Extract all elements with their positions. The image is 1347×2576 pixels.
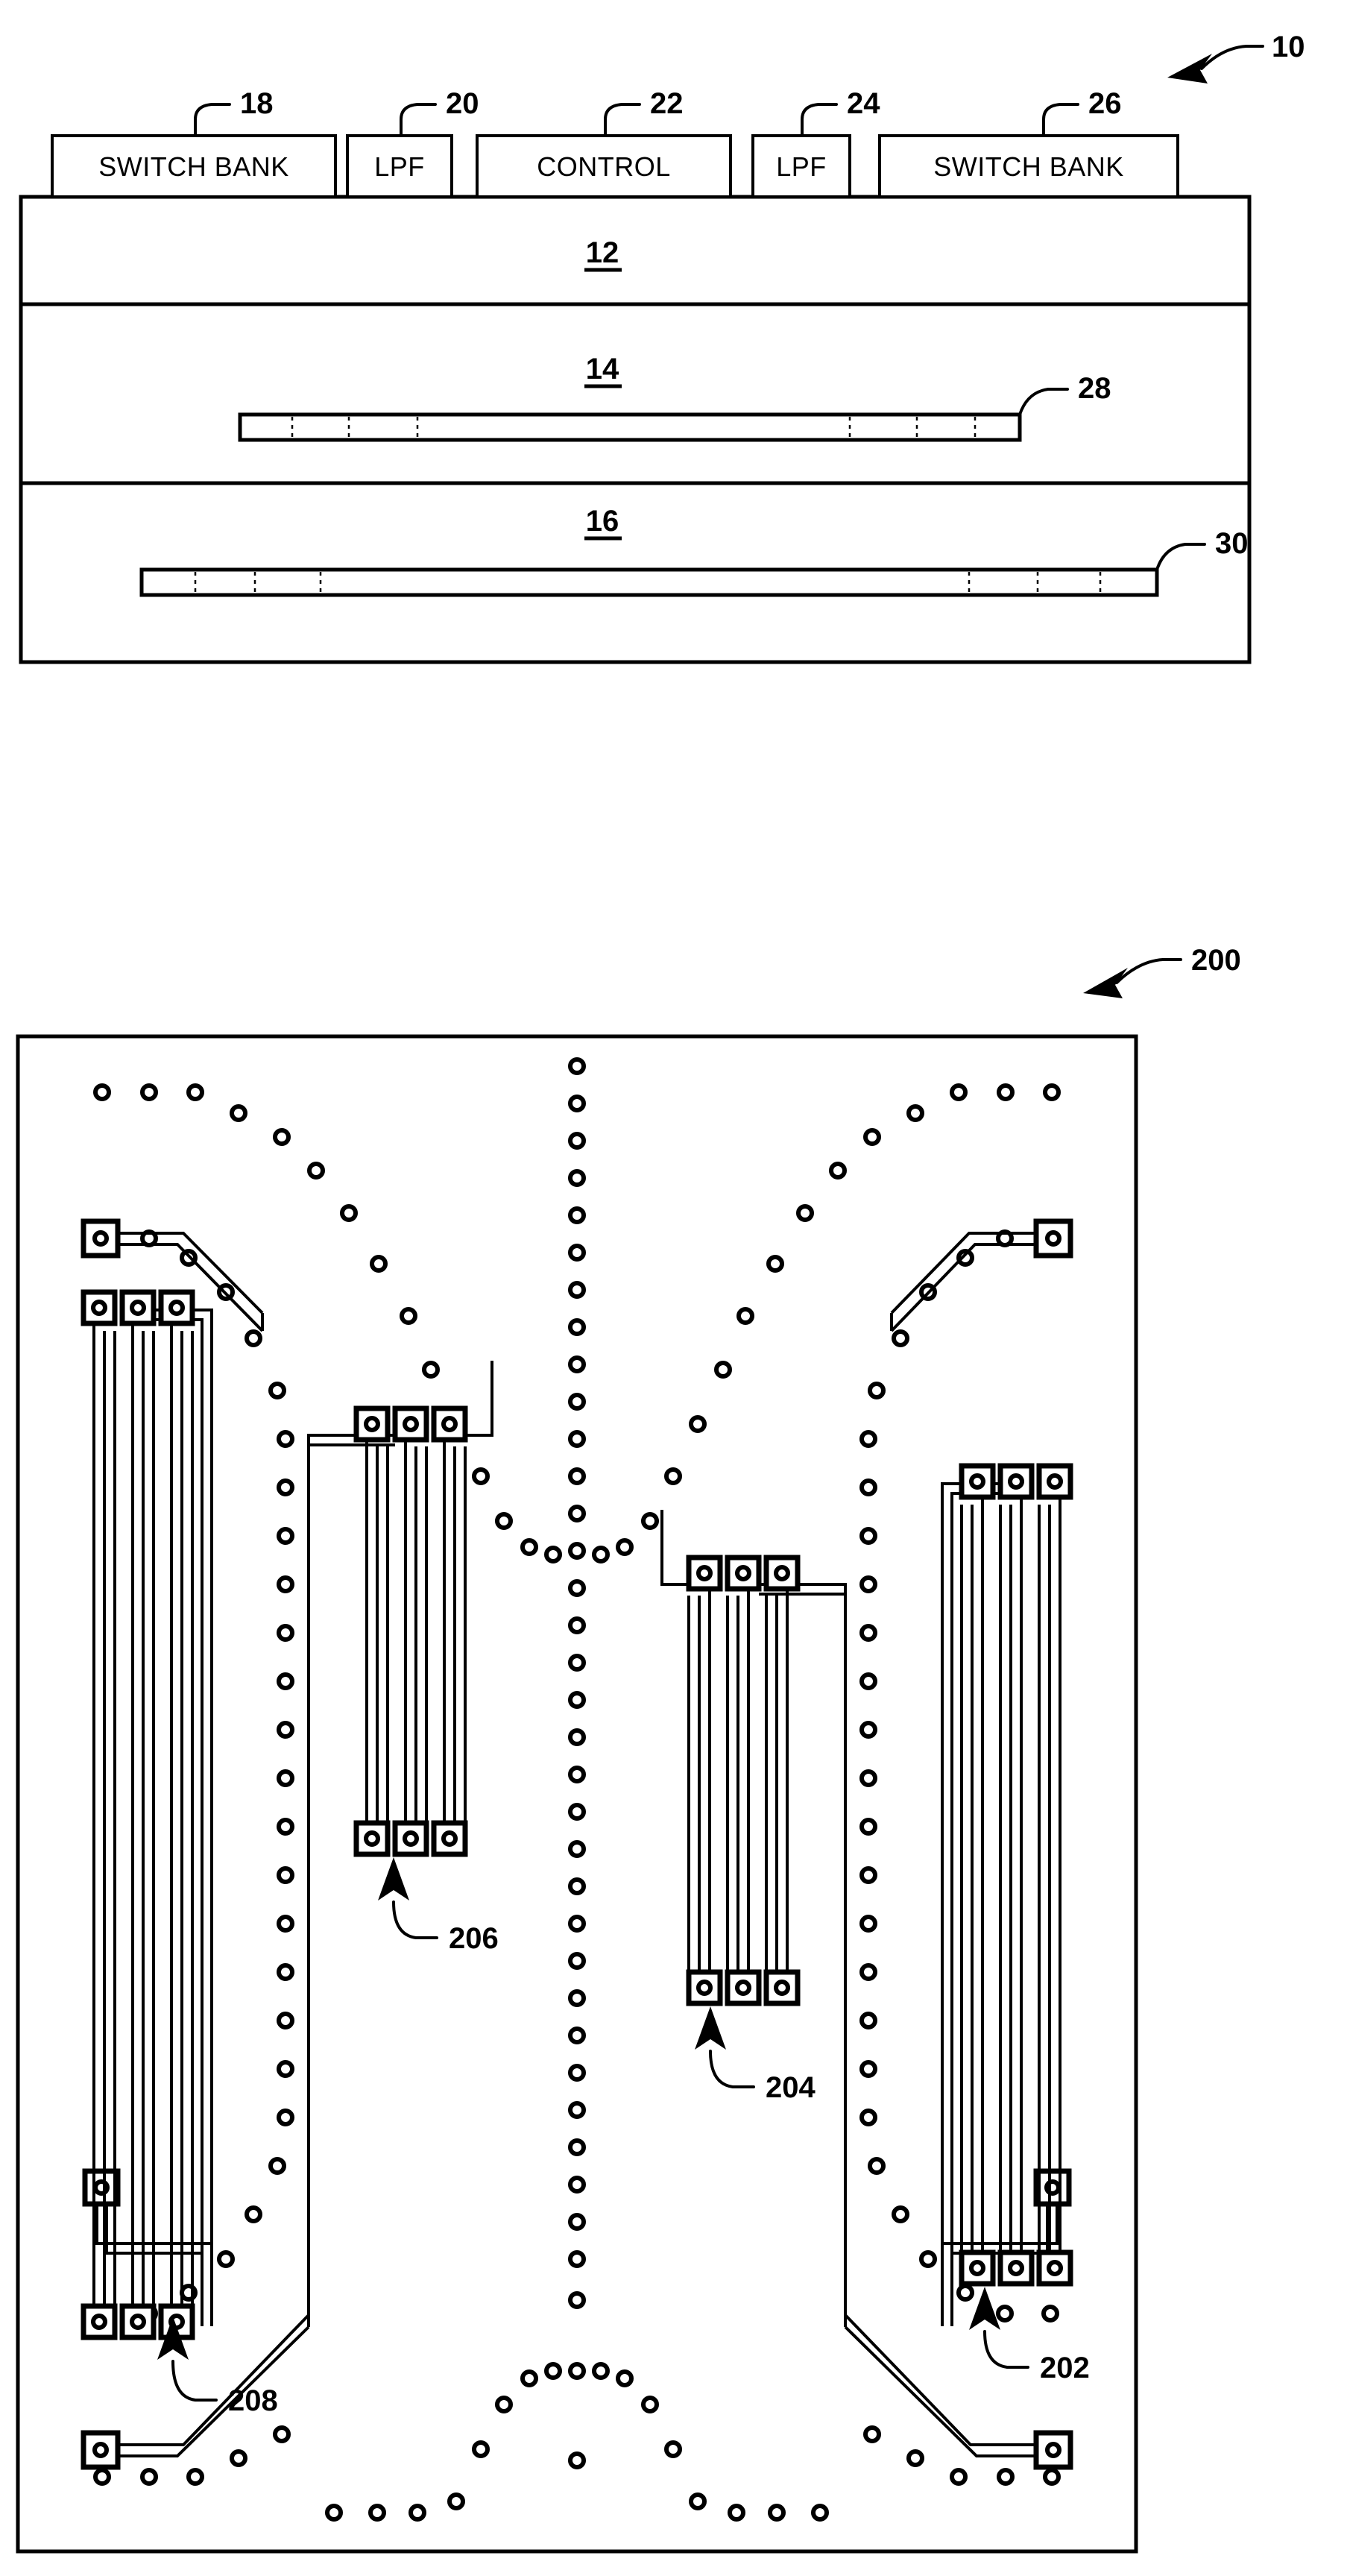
comb-202-top-pad-3[interactable] [959, 1463, 996, 1500]
comb-204-bottom-pad-1[interactable] [763, 1969, 801, 2006]
comb-204-bottom-pad-3[interactable] [686, 1969, 723, 2006]
ref-numeral-24: 24 [847, 87, 880, 120]
block-lpf-right-label: LPF [776, 151, 827, 182]
leader-line-200 [1115, 958, 1182, 984]
leader-line-28 [1018, 388, 1069, 416]
comb-206-top-pad-1[interactable] [353, 1405, 391, 1443]
comb-206-top-pad-2[interactable] [392, 1405, 429, 1443]
leader-line-26 [1042, 103, 1079, 137]
ref-numeral-12: 12 [586, 236, 619, 269]
comb-202-top-pad-1[interactable] [1036, 1463, 1073, 1500]
embedded-element-30 [139, 567, 1159, 597]
comb-206-bottom-pad-1[interactable] [353, 1820, 391, 1857]
comb-206-bottom-pad-2[interactable] [392, 1820, 429, 1857]
comb-204-top-pad-2[interactable] [725, 1555, 762, 1592]
leader-line-10 [1200, 45, 1264, 70]
leader-line-22 [604, 103, 641, 137]
patent-drawing-sheet: SWITCH BANK LPF CONTROL LPF SWITCH BANK … [0, 0, 1347, 2576]
ref-numeral-12-group: 12 [584, 236, 622, 272]
block-control-label: CONTROL [537, 151, 671, 182]
leader-line-20 [400, 103, 437, 137]
ref-numeral-16: 16 [586, 505, 619, 538]
ref-numeral-204: 204 [766, 2071, 816, 2104]
ref-numeral-18: 18 [240, 87, 274, 120]
ref-numeral-208: 208 [228, 2384, 278, 2417]
comb-202-bottom-pad-3[interactable] [959, 2249, 996, 2287]
ref-numeral-202: 202 [1040, 2352, 1090, 2384]
pad-top-right[interactable] [1033, 1218, 1073, 1259]
ref-numeral-28: 28 [1078, 372, 1111, 405]
ref-numeral-206: 206 [449, 1922, 499, 1955]
pad-left-second[interactable] [82, 2168, 121, 2207]
pad-bottom-right[interactable] [1033, 2430, 1073, 2470]
comb-208-bottom-pad-1[interactable] [81, 2303, 118, 2340]
comb-206-top-pad-3[interactable] [431, 1405, 468, 1443]
leader-line-24 [801, 103, 838, 137]
ref-numeral-14-group: 14 [584, 353, 622, 388]
ref-numeral-10: 10 [1272, 31, 1305, 63]
comb-202-bottom-pad-2[interactable] [997, 2249, 1035, 2287]
comb-204-top-pad-3[interactable] [686, 1555, 723, 1592]
embedded-element-28 [238, 412, 1022, 442]
comb-208-top-pad-2[interactable] [119, 1289, 157, 1326]
comb-206-bottom-pad-3[interactable] [431, 1820, 468, 1857]
comb-202-bottom-pad-1[interactable] [1036, 2249, 1073, 2287]
block-diagram-figure: SWITCH BANK LPF CONTROL LPF SWITCH BANK … [19, 31, 1305, 664]
block-switch-bank-left-label: SWITCH BANK [98, 151, 289, 182]
ref-numeral-22: 22 [650, 87, 684, 120]
leader-line-30 [1155, 543, 1206, 571]
layer-14-box [19, 302, 1252, 485]
ref-numeral-16-group: 16 [584, 505, 622, 541]
ref-numeral-26: 26 [1088, 87, 1122, 120]
ref-numeral-14: 14 [586, 353, 619, 385]
comb-208-top-pad-1[interactable] [81, 1289, 118, 1326]
ref-numeral-200: 200 [1191, 944, 1241, 977]
block-lpf-left-label: LPF [374, 151, 425, 182]
arrow-head-10 [1167, 54, 1212, 84]
leader-line-18 [194, 103, 231, 137]
arrow-head-200 [1083, 968, 1128, 998]
pcb-layout-figure: 200 208 206 204 202 [16, 944, 1241, 2554]
pad-right-second[interactable] [1033, 2168, 1072, 2207]
pad-bottom-left[interactable] [81, 2430, 121, 2470]
block-switch-bank-right-label: SWITCH BANK [933, 151, 1124, 182]
comb-208-top-pad-3[interactable] [158, 1289, 195, 1326]
pad-top-left[interactable] [81, 1218, 121, 1259]
layer-12-box [19, 195, 1252, 306]
comb-208-bottom-pad-2[interactable] [119, 2303, 157, 2340]
ref-numeral-30: 30 [1215, 527, 1249, 560]
ref-numeral-20: 20 [446, 87, 479, 120]
comb-204-bottom-pad-2[interactable] [725, 1969, 762, 2006]
comb-204-top-pad-1[interactable] [763, 1555, 801, 1592]
comb-202-top-pad-2[interactable] [997, 1463, 1035, 1500]
